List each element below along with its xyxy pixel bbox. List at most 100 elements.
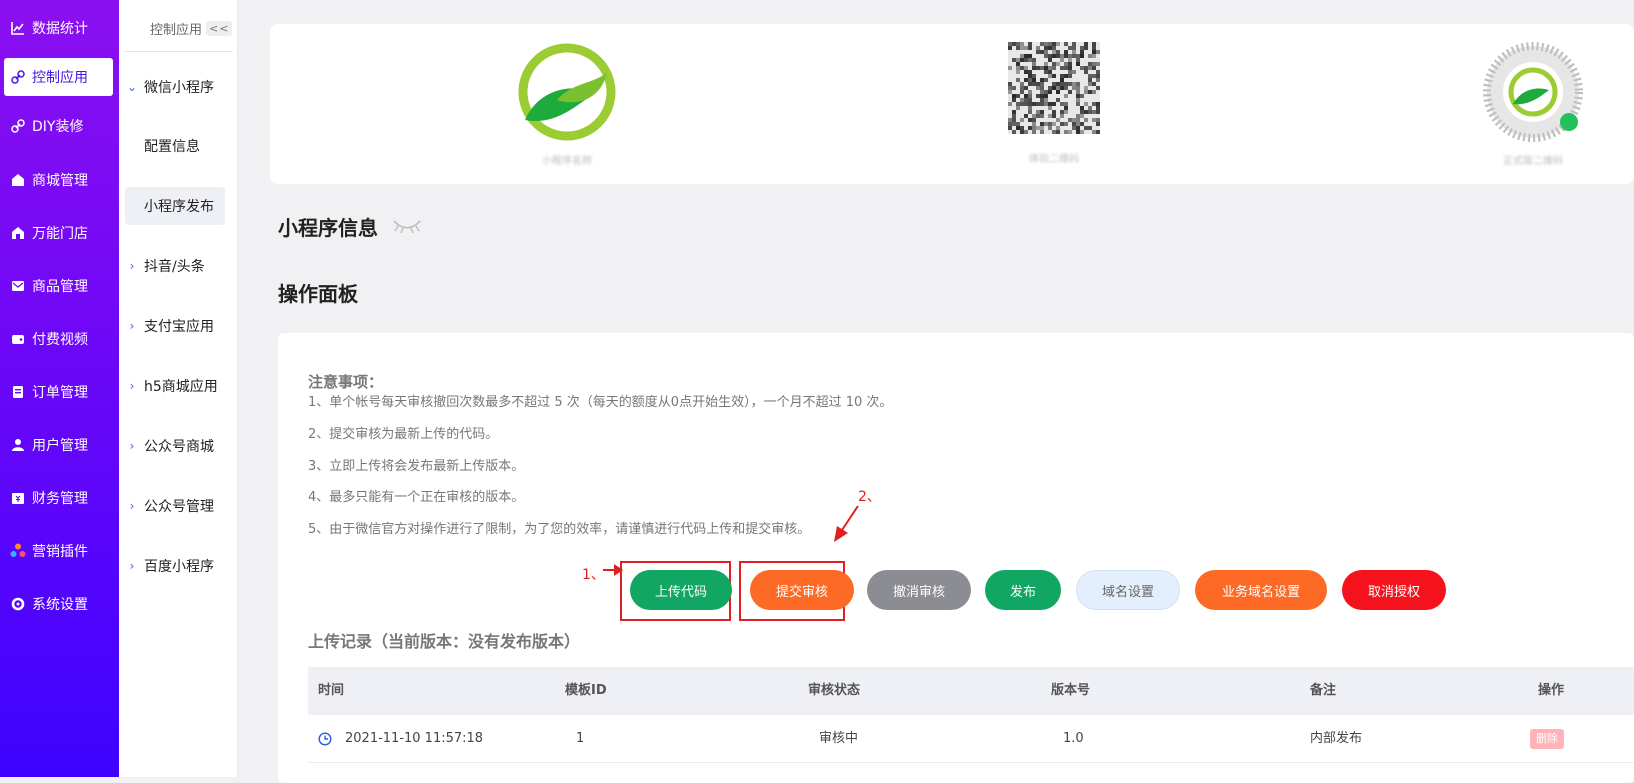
chevron-right-icon: › — [129, 499, 135, 513]
cell-time: 2021-11-10 11:57:18 — [345, 731, 484, 746]
cell-remark: 内部发布 — [1310, 731, 1363, 746]
sidebar-item-store[interactable]: 万能门店 — [4, 214, 113, 252]
publish-button[interactable]: 发布 — [985, 570, 1061, 610]
chevron-right-icon: › — [129, 379, 135, 393]
sidebar-item-marketing[interactable]: 营销插件 — [4, 532, 113, 570]
subnav-item-publish[interactable]: 小程序发布 — [125, 187, 225, 225]
sidebar-item-label: 订单管理 — [32, 385, 88, 401]
notice-item: 4、最多只能有一个正在审核的版本。 — [308, 490, 525, 505]
subnav-item-label: 支付宝应用 — [144, 319, 214, 335]
subnav-item-douyin[interactable]: › 抖音/头条 — [125, 247, 225, 285]
withdraw-review-button[interactable]: 撤消审核 — [867, 570, 971, 610]
chart-icon — [10, 20, 26, 36]
qr-card: 小程序名称 体验二维码 正式版二维码 — [270, 24, 1634, 184]
upload-records-title: 上传记录（当前版本：没有发布版本） — [308, 632, 581, 651]
cancel-authorization-button[interactable]: 取消授权 — [1342, 570, 1446, 610]
sidebar-item-video[interactable]: 付费视频 — [4, 320, 113, 358]
delete-button[interactable]: 删除 — [1530, 729, 1564, 749]
chevron-right-icon: › — [129, 559, 135, 573]
subnav-title: 控制应用 — [150, 22, 203, 38]
finance-icon — [10, 490, 26, 506]
operation-panel-title: 操作面板 — [278, 282, 358, 306]
subnav-item-label: 百度小程序 — [144, 559, 214, 575]
submit-review-button[interactable]: 提交审核 — [750, 570, 854, 610]
chevron-down-icon: ⌄ — [126, 80, 138, 94]
sidebar-item-label: 付费视频 — [32, 332, 88, 348]
qr-caption: 小程序名称 — [542, 156, 592, 167]
column-header-action: 操作 — [1538, 683, 1565, 698]
sidebar-item-label: 商城管理 — [32, 173, 88, 189]
divider — [125, 51, 233, 52]
sidebar-item-label: 万能门店 — [32, 226, 88, 242]
sidebar-item-diy[interactable]: DIY装修 — [4, 107, 113, 145]
main-sidebar: 数据统计 控制应用 DIY装修 商城管理 万能门店 商品管理 付费视频 订单管理… — [0, 0, 119, 777]
notice-title: 注意事项： — [308, 373, 384, 391]
qr-caption: 正式版二维码 — [1503, 156, 1563, 167]
trial-qr-block: 体验二维码 — [999, 42, 1109, 165]
sidebar-item-label: 商品管理 — [32, 279, 88, 295]
column-header-remark: 备注 — [1310, 683, 1337, 698]
subnav-item-config[interactable]: 配置信息 — [125, 127, 225, 165]
cell-template-id: 1 — [576, 731, 585, 746]
chevron-right-icon: › — [129, 319, 135, 333]
app-logo-image — [518, 43, 616, 141]
collapse-button[interactable]: << — [206, 20, 233, 36]
wallet-icon — [10, 331, 26, 347]
column-header-status: 审核状态 — [808, 683, 861, 698]
column-header-time: 时间 — [318, 683, 345, 698]
eye-closed-icon[interactable] — [392, 218, 422, 238]
official-qr-block: 正式版二维码 — [1478, 42, 1588, 167]
sidebar-item-label: 财务管理 — [32, 491, 88, 507]
sidebar-item-goods[interactable]: 商品管理 — [4, 267, 113, 305]
arrow-down-left-icon — [834, 505, 859, 542]
user-icon — [10, 437, 26, 453]
clipboard-icon — [10, 384, 26, 400]
app-logo-block: 小程序名称 — [512, 42, 622, 167]
sidebar-item-label: DIY装修 — [32, 119, 84, 135]
subnav-item-label: 抖音/头条 — [144, 259, 205, 275]
shop-icon — [10, 172, 26, 188]
sidebar-item-label: 系统设置 — [32, 597, 88, 613]
subnav-item-mp-mall[interactable]: › 公众号商城 — [125, 427, 225, 465]
subnav-item-mp-manage[interactable]: › 公众号管理 — [125, 487, 225, 525]
official-miniprogram-code — [1483, 42, 1583, 142]
subnav-header: 控制应用 << — [125, 16, 233, 40]
subnav-item-label: 小程序发布 — [144, 199, 214, 215]
sidebar-item-label: 用户管理 — [32, 438, 88, 454]
subnav-item-label: 微信小程序 — [144, 80, 214, 96]
sidebar-item-data-stats[interactable]: 数据统计 — [4, 9, 113, 47]
sidebar-item-control-apps[interactable]: 控制应用 — [4, 58, 113, 96]
subnav-item-label: 配置信息 — [144, 139, 200, 155]
notice-item: 5、由于微信官方对操作进行了限制，为了您的效率，请谨慎进行代码上传和提交审核。 — [308, 522, 811, 537]
sidebar-item-finance[interactable]: 财务管理 — [4, 479, 113, 517]
domain-settings-button[interactable]: 域名设置 — [1076, 570, 1180, 610]
subnav-item-label: 公众号商城 — [144, 439, 214, 455]
table-header: 时间 模板ID 审核状态 版本号 备注 操作 — [308, 667, 1634, 715]
sidebar-item-users[interactable]: 用户管理 — [4, 426, 113, 464]
cell-status: 审核中 — [819, 731, 859, 746]
miniprogram-info-title: 小程序信息 — [278, 216, 378, 240]
subnav-item-alipay[interactable]: › 支付宝应用 — [125, 307, 225, 345]
subnav-item-baidu[interactable]: › 百度小程序 — [125, 547, 225, 585]
step2-annotation: 2、 — [858, 489, 881, 505]
cell-version: 1.0 — [1063, 731, 1084, 746]
subnav-item-h5[interactable]: › h5商城应用 — [125, 367, 225, 405]
sidebar-item-label: 营销插件 — [32, 544, 88, 560]
subnav-item-label: h5商城应用 — [144, 379, 218, 395]
qr-caption: 体验二维码 — [1029, 154, 1079, 165]
subnav-item-wechat-miniprogram[interactable]: ⌄ 微信小程序 — [125, 68, 225, 106]
sidebar-item-label: 数据统计 — [32, 21, 88, 37]
column-header-template-id: 模板ID — [565, 683, 607, 698]
operation-panel: 注意事项： 1、单个帐号每天审核撤回次数最多不超过 5 次（每天的额度从0点开始… — [278, 333, 1634, 783]
notice-item: 2、提交审核为最新上传的代码。 — [308, 427, 499, 442]
upload-code-button[interactable]: 上传代码 — [630, 570, 732, 610]
business-domain-settings-button[interactable]: 业务域名设置 — [1195, 570, 1327, 610]
notice-item: 3、立即上传将会发布最新上传版本。 — [308, 459, 525, 474]
link-icon — [10, 118, 26, 134]
sub-sidebar: 控制应用 << ⌄ 微信小程序 配置信息 小程序发布 › 抖音/头条 › 支付宝… — [119, 0, 238, 777]
sidebar-item-mall[interactable]: 商城管理 — [4, 161, 113, 199]
sidebar-item-settings[interactable]: 系统设置 — [4, 585, 113, 623]
sidebar-item-orders[interactable]: 订单管理 — [4, 373, 113, 411]
clock-icon — [318, 732, 332, 746]
trial-qr-code — [1008, 42, 1100, 134]
